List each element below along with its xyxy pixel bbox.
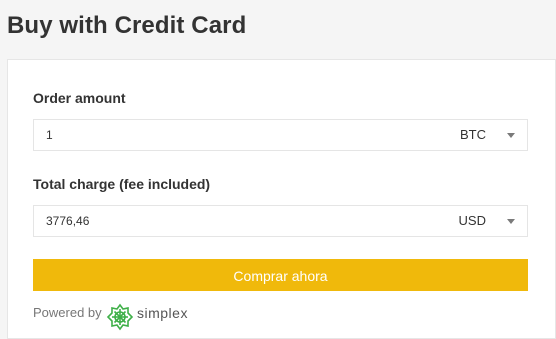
- chevron-down-icon[interactable]: [507, 219, 515, 224]
- simplex-logo-icon: [106, 303, 134, 331]
- order-amount-input[interactable]: 1: [46, 128, 53, 142]
- page-title: Buy with Credit Card: [7, 12, 247, 39]
- buy-now-button[interactable]: Comprar ahora: [33, 259, 528, 291]
- order-amount-field[interactable]: 1 BTC: [33, 119, 528, 151]
- total-charge-label: Total charge (fee included): [33, 176, 211, 192]
- powered-by-text: Powered by: [33, 305, 102, 320]
- chevron-down-icon[interactable]: [507, 133, 515, 138]
- order-currency-select[interactable]: BTC: [460, 127, 486, 142]
- order-amount-label: Order amount: [33, 90, 126, 106]
- total-charge-field[interactable]: 3776,46 USD: [33, 205, 528, 237]
- simplex-brand: simplex: [137, 305, 188, 321]
- purchase-card: Order amount 1 BTC Total charge (fee inc…: [7, 59, 556, 339]
- charge-currency-select[interactable]: USD: [459, 213, 486, 228]
- total-charge-input[interactable]: 3776,46: [46, 214, 89, 228]
